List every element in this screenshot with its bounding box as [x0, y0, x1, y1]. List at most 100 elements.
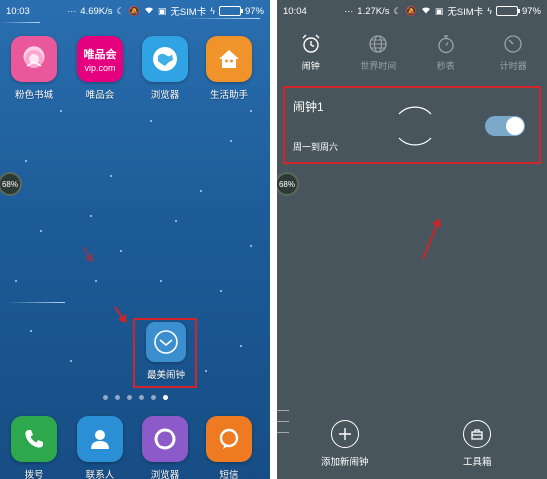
action-label: 工具箱: [463, 457, 492, 468]
status-time: 10:03: [6, 5, 30, 17]
contact-icon: [77, 416, 123, 462]
timer-icon: [504, 34, 522, 53]
wallpaper-streak: [5, 302, 65, 303]
app-label: 浏览器: [150, 470, 180, 479]
battery-icon: [495, 6, 520, 16]
app-vip[interactable]: 唯品会 vip.com 唯品会: [70, 36, 130, 101]
wallpaper-star: [240, 345, 242, 347]
alarm-name: 闹钟1: [293, 100, 324, 114]
charging-icon: ϟ: [487, 5, 492, 16]
wallpaper-star: [25, 160, 27, 162]
action-label: 添加新闹钟: [321, 457, 369, 468]
screenshot-icon: ▣: [157, 5, 167, 16]
tab-label: 计时器: [499, 60, 527, 71]
floating-memory-badge[interactable]: 68%: [277, 172, 299, 196]
charging-icon: ϟ: [210, 5, 215, 16]
wallpaper-star: [175, 220, 177, 222]
app-label: 浏览器: [150, 90, 180, 101]
wallpaper-star: [250, 110, 252, 112]
stopwatch-icon: [438, 34, 454, 53]
app-life-assistant[interactable]: 生活助手: [199, 36, 259, 101]
tap-ripple-icon: [398, 106, 432, 146]
tab-stopwatch[interactable]: 秒表: [412, 28, 480, 76]
network-speed: 1.27K/s: [357, 5, 390, 17]
network-speed: 4.69K/s: [80, 5, 113, 17]
status-bar: 10:03 ··· 4.69K/s ☾ 🔕 ▣ 无SIM卡 ϟ 97%: [0, 0, 270, 22]
wallpaper-star: [200, 190, 202, 192]
wallpaper-star: [250, 245, 252, 247]
app-label: 联系人: [85, 470, 115, 479]
vip-logo-text: 唯品会: [83, 48, 117, 61]
wallpaper-star: [60, 110, 62, 112]
house-icon: [206, 36, 252, 82]
sim-status: 无SIM卡: [170, 7, 207, 18]
book-flower-icon: [11, 36, 57, 82]
alarm-item[interactable]: 闹钟1 周一到周六: [283, 86, 541, 164]
alarm-clock-icon: [302, 34, 320, 53]
toolbox-icon: [463, 420, 492, 448]
tab-label: 闹钟: [301, 60, 320, 71]
pointer-arrow: [422, 219, 440, 260]
vip-logo-icon: 唯品会 vip.com: [77, 36, 123, 82]
page-dot[interactable]: [114, 395, 120, 400]
bell-muted-icon: 🔕: [128, 5, 140, 16]
home-screen: 10:03 ··· 4.69K/s ☾ 🔕 ▣ 无SIM卡 ϟ 97% 粉色书城…: [0, 0, 270, 479]
page-dot[interactable]: [150, 395, 156, 400]
vip-logo-url: vip.com: [84, 62, 116, 73]
wallpaper-star: [120, 250, 122, 252]
plus-circle-icon: [330, 420, 359, 448]
alarm-toggle[interactable]: [485, 116, 525, 136]
tab-world-time[interactable]: 世界时间: [345, 28, 413, 76]
wallpaper-star: [110, 175, 112, 177]
battery-icon: [218, 6, 243, 16]
tab-alarm[interactable]: 闹钟: [277, 28, 345, 76]
message-icon: [206, 416, 252, 462]
alarm-app-screen: 10:04 ··· 1.27K/s ☾ 🔕 ▣ 无SIM卡 ϟ 97% 闹钟 世…: [277, 0, 547, 479]
phone-icon: [11, 416, 57, 462]
tab-label: 世界时间: [360, 60, 397, 71]
wallpaper-star: [205, 370, 207, 372]
page-indicator: [0, 395, 270, 400]
wallpaper-star: [70, 360, 72, 362]
page-dot[interactable]: [102, 395, 108, 400]
dock-app-phone[interactable]: 拨号: [4, 416, 64, 479]
app-pink-bookstore[interactable]: 粉色书城: [4, 36, 64, 101]
moon-icon: ☾: [393, 5, 402, 16]
bell-muted-icon: 🔕: [405, 5, 417, 16]
dock-app-browser[interactable]: 浏览器: [135, 416, 195, 479]
app-label: 生活助手: [209, 90, 248, 101]
battery-percent: 97%: [244, 5, 264, 17]
globe-icon: [142, 36, 188, 82]
tab-timer[interactable]: 计时器: [480, 28, 547, 76]
wallpaper-star: [15, 280, 17, 282]
signal-dots-icon: ···: [344, 5, 354, 16]
wallpaper-star: [95, 280, 97, 282]
page-dot[interactable]: [126, 395, 132, 400]
wallpaper-star: [160, 280, 162, 282]
dock-app-messages[interactable]: 短信: [199, 416, 259, 479]
app-beautiful-alarm[interactable]: 最美闹钟: [136, 322, 196, 381]
page-dot[interactable]: [138, 395, 144, 400]
wallpaper-star: [90, 215, 92, 217]
moon-icon: ☾: [116, 5, 125, 16]
app-label: 拨号: [24, 470, 44, 479]
app-label: 短信: [219, 470, 239, 479]
toolbox-button[interactable]: 工具箱: [463, 420, 492, 468]
status-bar: 10:04 ··· 1.27K/s ☾ 🔕 ▣ 无SIM卡 ϟ 97%: [277, 0, 547, 22]
wallpaper-star: [30, 330, 32, 332]
wifi-icon: [421, 6, 431, 16]
app-browser-top[interactable]: 浏览器: [135, 36, 195, 101]
dock-app-contacts[interactable]: 联系人: [70, 416, 130, 479]
wallpaper-star: [230, 140, 232, 142]
browser-ring-icon: [142, 416, 188, 462]
world-globe-icon: [369, 34, 387, 53]
floating-memory-badge[interactable]: 68%: [0, 172, 22, 196]
clock-icon: [146, 322, 186, 362]
pointer-arrow: [114, 306, 127, 323]
page-dot[interactable]: [162, 395, 168, 400]
add-alarm-button[interactable]: 添加新闹钟: [321, 420, 369, 468]
wifi-icon: [144, 6, 154, 16]
edge-handle[interactable]: [277, 410, 289, 443]
toggle-knob: [506, 117, 524, 135]
wallpaper-streak: [0, 22, 40, 23]
